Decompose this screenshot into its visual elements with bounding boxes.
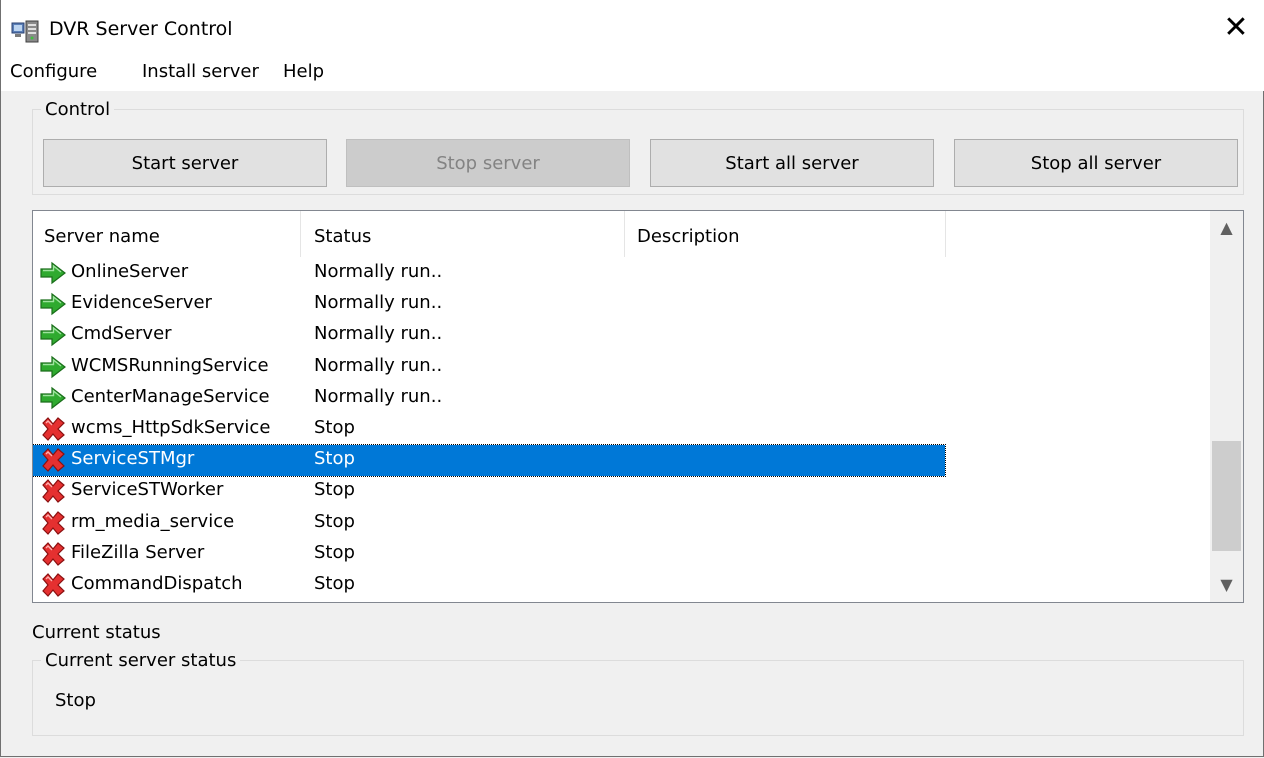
current-server-status-group: Current server status [32,650,1244,736]
server-name-cell: CmdServer [71,323,172,345]
server-status-cell: Stop [314,510,355,532]
red-x-icon [39,572,67,598]
scroll-down-icon[interactable]: ▼ [1210,568,1243,602]
green-arrow-icon [39,291,67,317]
start-server-button[interactable]: Start server [43,139,327,187]
server-row[interactable]: CommandDispatch Stop [33,570,945,601]
server-status-cell: Stop [314,417,355,438]
window-title: DVR Server Control [49,18,233,40]
column-header-status[interactable]: Status [314,211,371,257]
server-status-cell: Normally run.. [314,354,443,376]
column-header-server-name[interactable]: Server name [44,211,160,257]
server-name-cell: EvidenceServer [71,292,212,314]
red-x-icon [39,478,67,504]
server-row[interactable]: FileZilla Server Stop [33,539,945,570]
server-name-cell: CenterManageService [71,385,270,407]
column-separator[interactable] [945,211,946,257]
red-x-icon [39,510,67,536]
close-button[interactable]: ✕ [1213,8,1259,48]
server-row[interactable]: rm_media_service Stop [33,508,945,539]
server-name-cell: FileZilla Server [71,541,205,563]
close-icon: ✕ [1223,10,1249,45]
menu-help[interactable]: Help [283,61,324,82]
server-name-cell: CommandDispatch [71,573,243,594]
server-status-cell: Normally run.. [314,292,443,314]
column-separator[interactable] [300,211,301,257]
red-x-icon [39,541,67,567]
start-all-server-button[interactable]: Start all server [650,139,934,187]
scroll-thumb[interactable] [1212,441,1241,551]
server-row[interactable]: ServiceSTWorker Stop [33,476,945,507]
server-app-icon [11,20,39,43]
server-status-cell: Stop [314,541,355,563]
server-status-cell: Normally run.. [314,261,443,282]
control-legend: Control [45,99,111,120]
vertical-scrollbar[interactable]: ▲ ▼ [1210,211,1243,602]
server-row[interactable]: wcms_HttpSdkService Stop [33,414,945,445]
server-row[interactable]: WCMSRunningService Normally run.. [33,352,945,383]
server-status-cell: Stop [314,573,355,594]
current-status-label: Current status [32,622,161,643]
server-row[interactable]: CmdServer Normally run.. [33,320,945,351]
server-status-cell: Stop [314,479,355,501]
server-status-cell: Normally run.. [314,323,443,345]
scroll-up-icon[interactable]: ▲ [1210,211,1243,245]
green-arrow-icon [39,354,67,380]
current-server-status-legend: Current server status [45,650,237,671]
server-name-cell: rm_media_service [71,510,235,532]
server-name-cell: OnlineServer [71,261,189,282]
menu-bar: Configure Install server Help [1,55,1264,91]
green-arrow-icon [39,322,67,348]
server-name-cell: WCMSRunningService [71,354,269,376]
green-arrow-icon [39,385,67,411]
current-status-value: Stop [55,690,96,711]
column-separator[interactable] [624,211,625,257]
app-window: DVR Server Control ✕ Configure Install s… [0,0,1264,757]
server-row[interactable]: ServiceSTMgr Stop [33,444,946,478]
menu-configure[interactable]: Configure [10,61,97,82]
stop-server-button[interactable]: Stop server [346,139,630,187]
server-status-cell: Normally run.. [314,385,443,407]
server-list[interactable]: Server name Status Description OnlineSer… [32,210,1244,603]
stop-all-server-button[interactable]: Stop all server [954,139,1238,187]
server-row[interactable]: EvidenceServer Normally run.. [33,289,945,320]
title-bar[interactable]: DVR Server Control ✕ [1,0,1264,55]
server-name-cell: wcms_HttpSdkService [71,417,271,438]
server-status-cell: Stop [314,448,355,470]
server-row[interactable]: OnlineServer Normally run.. [33,258,945,289]
column-header-description[interactable]: Description [637,211,740,257]
menu-install-server[interactable]: Install server [142,61,259,82]
server-name-cell: ServiceSTMgr [71,448,195,470]
red-x-icon [39,447,67,473]
server-name-cell: ServiceSTWorker [71,479,224,501]
server-row[interactable]: CenterManageService Normally run.. [33,383,945,414]
red-x-icon [39,416,67,442]
green-arrow-icon [39,260,67,286]
